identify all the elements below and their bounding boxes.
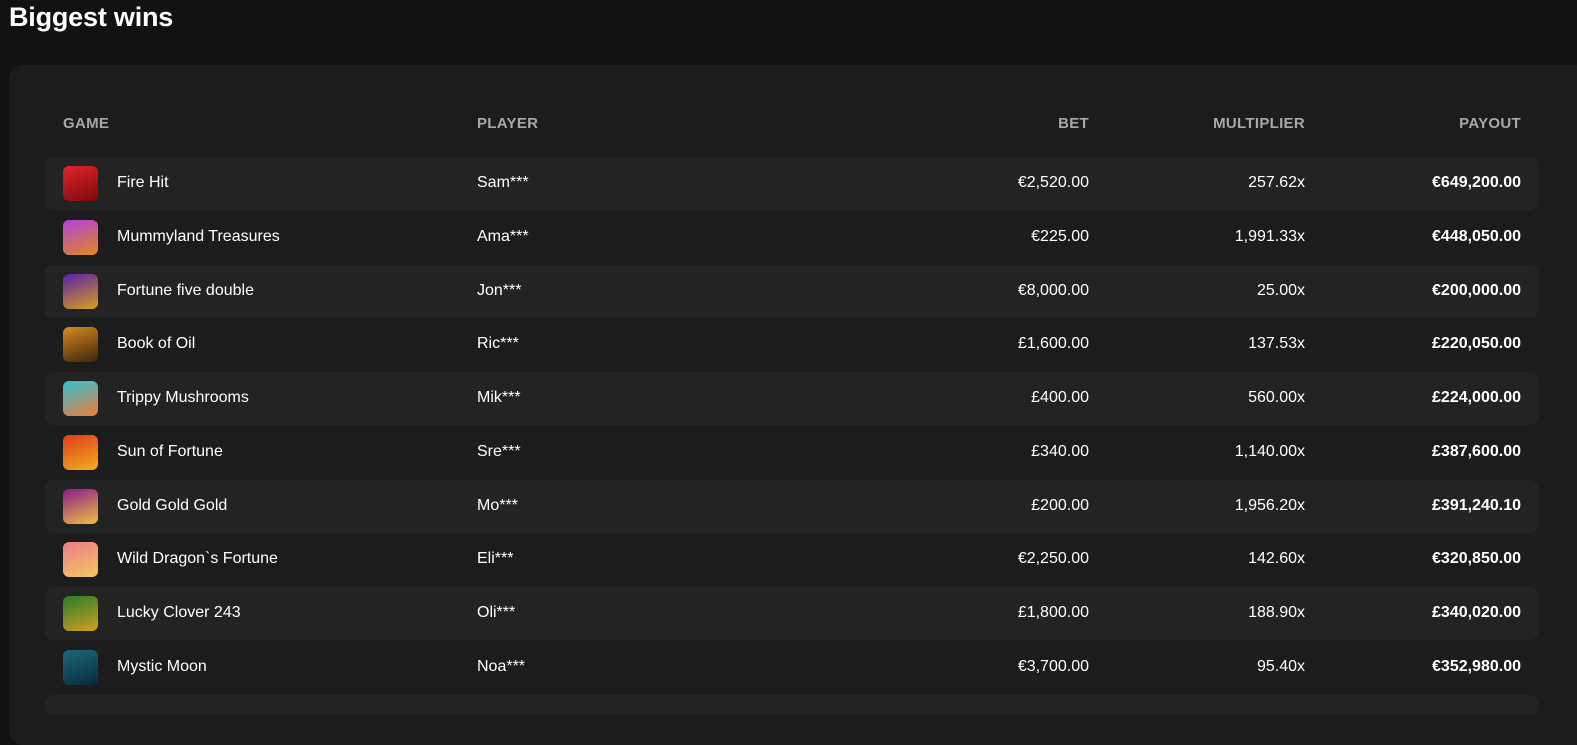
sun-of-fortune-thumbnail[interactable]: [63, 434, 98, 470]
payout-amount: €200,000.00: [1432, 281, 1521, 299]
multiplier-value: 137.53x: [1248, 335, 1305, 353]
game-name[interactable]: Lucky Clover 243: [117, 604, 241, 622]
player-name: Noa***: [477, 657, 526, 675]
bet-amount: €2,250.00: [1017, 550, 1089, 568]
player-name: Eli***: [477, 550, 514, 568]
header-game: GAME: [63, 115, 110, 132]
fire-hit-thumbnail[interactable]: [63, 166, 98, 201]
bet-amount: €8,000.00: [1017, 281, 1089, 299]
gold-gold-gold-thumbnail[interactable]: [63, 488, 98, 524]
table-row[interactable]: Fortune five double Jon*** €8,000.00 25.00x…: [45, 264, 1538, 318]
game-name[interactable]: Gold Gold Gold: [117, 497, 227, 515]
payout-amount: €320,850.00: [1432, 550, 1521, 568]
multiplier-value: 142.60x: [1248, 550, 1305, 568]
multiplier-value: 257.62x: [1248, 174, 1305, 191]
biggest-wins-table: GAME PLAYER BET MULTIPLIER PAYOUT Fire H…: [45, 105, 1538, 715]
bet-amount: £400.00: [1031, 389, 1089, 406]
multiplier-value: 1,956.20x: [1234, 496, 1305, 514]
game-name[interactable]: Sun of Fortune: [117, 443, 223, 461]
payout-amount: £387,600.00: [1432, 442, 1521, 460]
table-row[interactable]: Gold Gold Gold Mo*** £200.00 1,956.20x £391,…: [45, 479, 1538, 533]
table-row-partial[interactable]: [45, 694, 1538, 715]
header-payout: PAYOUT: [1459, 115, 1521, 132]
multiplier-value: 95.40x: [1256, 657, 1305, 675]
player-name: Mik***: [477, 389, 521, 406]
table-row[interactable]: Mummyland Treasures Ama*** €225.00 1,991.33…: [45, 211, 1538, 264]
header-player: PLAYER: [477, 115, 539, 132]
payout-amount: £220,050.00: [1432, 335, 1521, 353]
fortune-five-double-thumbnail[interactable]: [63, 273, 98, 309]
bet-amount: €3,700.00: [1017, 657, 1089, 675]
bet-amount: £1,800.00: [1017, 604, 1089, 621]
payout-amount: €448,050.00: [1432, 227, 1521, 245]
player-name: Sam***: [477, 174, 529, 191]
trippy-mushrooms-thumbnail[interactable]: [63, 381, 98, 416]
mystic-moon-thumbnail[interactable]: [63, 649, 98, 685]
payout-amount: £340,020.00: [1432, 604, 1521, 621]
table-row[interactable]: Sun of Fortune Sre*** £340.00 1,140.00x £387…: [45, 426, 1538, 479]
bet-amount: €2,520.00: [1017, 174, 1089, 191]
table-body: Fire Hit Sam*** €2,520.00 257.62x €649,200.0…: [45, 157, 1538, 694]
table-header: GAME PLAYER BET MULTIPLIER PAYOUT: [45, 105, 1538, 157]
payout-amount: €352,980.00: [1432, 657, 1521, 675]
book-of-oil-thumbnail[interactable]: [63, 327, 98, 363]
game-name[interactable]: Book of Oil: [117, 335, 195, 353]
player-name: Jon***: [477, 281, 522, 299]
header-multiplier: MULTIPLIER: [1213, 115, 1305, 132]
payout-amount: £224,000.00: [1432, 389, 1521, 406]
player-name: Ric***: [477, 335, 519, 353]
player-name: Ama***: [477, 227, 529, 245]
table-row[interactable]: Lucky Clover 243 Oli*** £1,800.00 188.90x £3…: [45, 587, 1538, 640]
multiplier-value: 560.00x: [1248, 389, 1305, 406]
bet-amount: £340.00: [1031, 442, 1089, 460]
bet-amount: €225.00: [1031, 227, 1089, 245]
table-row[interactable]: Fire Hit Sam*** €2,520.00 257.62x €649,200.0…: [45, 157, 1538, 210]
header-bet: BET: [1058, 115, 1089, 132]
game-name[interactable]: Wild Dragon`s Fortune: [117, 550, 278, 568]
table-row[interactable]: Wild Dragon`s Fortune Eli*** €2,250.00 142.…: [45, 533, 1538, 586]
game-name[interactable]: Mystic Moon: [117, 658, 207, 676]
bet-amount: £200.00: [1031, 496, 1089, 514]
payout-amount: £391,240.10: [1432, 496, 1521, 514]
multiplier-value: 188.90x: [1248, 604, 1305, 621]
page-title: Biggest wins: [9, 2, 174, 32]
mummyland-treasures-thumbnail[interactable]: [63, 219, 98, 255]
table-row[interactable]: Book of Oil Ric*** £1,600.00 137.53x £220,05…: [45, 318, 1538, 371]
game-name[interactable]: Fire Hit: [117, 174, 169, 192]
multiplier-value: 25.00x: [1256, 281, 1305, 299]
lucky-clover-243-thumbnail[interactable]: [63, 596, 98, 631]
game-name[interactable]: Mummyland Treasures: [117, 228, 280, 246]
game-name[interactable]: Fortune five double: [117, 282, 254, 300]
player-name: Oli***: [477, 604, 516, 621]
player-name: Sre***: [477, 442, 521, 460]
table-row[interactable]: Mystic Moon Noa*** €3,700.00 95.40x €352,980…: [45, 641, 1538, 694]
player-name: Mo***: [477, 496, 518, 514]
payout-amount: €649,200.00: [1432, 174, 1521, 191]
table-row[interactable]: Trippy Mushrooms Mik*** £400.00 560.00x £224…: [45, 372, 1538, 425]
game-name[interactable]: Trippy Mushrooms: [117, 389, 249, 407]
biggest-wins-panel: GAME PLAYER BET MULTIPLIER PAYOUT Fire H…: [9, 65, 1577, 745]
multiplier-value: 1,991.33x: [1234, 227, 1305, 245]
wild-dragons-fortune-thumbnail[interactable]: [63, 542, 98, 578]
multiplier-value: 1,140.00x: [1234, 442, 1305, 460]
bet-amount: £1,600.00: [1017, 335, 1089, 353]
